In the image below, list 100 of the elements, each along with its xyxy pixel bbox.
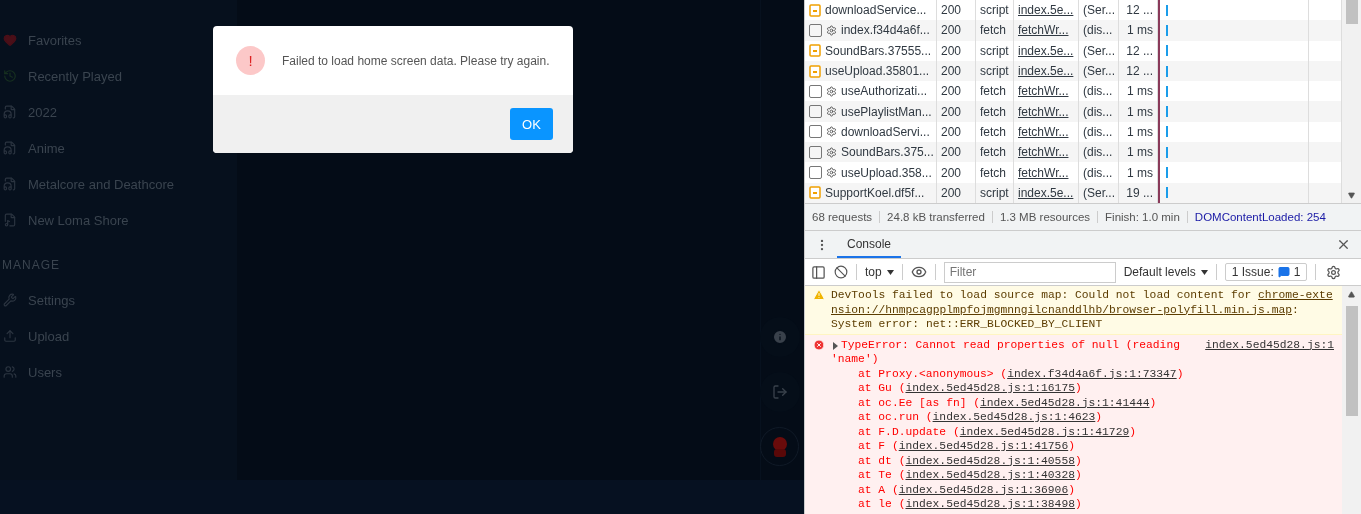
table-cell: index.f34d4a6f... [805,20,937,41]
scroll-up-icon[interactable] [1348,291,1355,298]
table-cell: SupportKoel.df5f... [805,182,937,203]
script-file-icon [809,3,821,17]
source-link[interactable]: index.5ed45d28.js:1:4623 [932,410,1096,425]
console-tab[interactable]: Console [837,231,902,258]
stack-frame-text: at oc.run ( [858,410,933,425]
stack-frame-text: ) [1074,381,1082,396]
warning-icon [813,289,825,301]
stack-frame-text: at F ( [858,439,899,454]
request-row[interactable]: index.f34d4a6f... 200 fetch fetchWr... (dis... 1 ms [805,20,1342,41]
source-link[interactable]: index.5ed45d28.js:1:38498 [905,497,1075,512]
filter-field[interactable]: Filter [943,261,1116,283]
table-cell: script [976,182,1014,203]
error-text: 'name') [831,352,879,367]
source-link[interactable]: index.5ed45d28.js:1 [1205,337,1334,352]
table-cell: fetchWr... [1014,162,1079,183]
file-checkbox-icon [809,166,822,179]
gear-icon [826,106,837,118]
table-cell: 200 [937,182,976,203]
stack-frame-text: at Gu ( [858,381,906,396]
upload-icon [3,329,17,343]
stack-frame-text: at Te ( [858,468,906,483]
error-text: TypeError: Cannot read properties of null (reading [841,337,1180,352]
source-link[interactable]: chrome-exte [1258,288,1333,303]
summary-text: 24.8 kB transferred [880,211,993,223]
error-icon: ! [236,46,265,75]
source-link[interactable]: index.5ed45d28.js:1:40328 [905,468,1075,483]
source-link[interactable]: nsion://hnmpcagpplmpfojmgmnngilcnanddlhb/browser-polyfill.min.js.map [831,302,1292,317]
stack-frame-text: ) [1129,424,1136,439]
gear-icon [826,24,837,36]
table-cell: (dis... [1079,20,1119,41]
alert-message: Failed to load home screen data. Please try again. [282,53,550,68]
stack-frame-text: at le ( [858,497,906,512]
source-link[interactable]: index.5ed45d28.js:1:40558 [905,453,1075,468]
summary-text: Finish: 1.0 min [1098,211,1188,223]
clear-icon[interactable] [834,265,848,279]
scrollbar-thumb[interactable] [1345,0,1358,24]
summary-text: DOMContentLoaded: 254 [1193,211,1326,223]
summary-text: 68 requests [805,211,881,223]
close-icon[interactable] [1336,237,1351,252]
table-cell: fetchWr... [1014,101,1079,122]
gear-icon [826,146,837,158]
stack-frame-text: ) [1074,468,1082,483]
history-icon [3,69,17,83]
table-cell: script [976,40,1014,61]
file-icon [3,177,17,191]
source-link[interactable]: index.5ed45d28.js:1:16175 [905,381,1075,396]
table-cell: usePlaylistMan... [805,101,937,122]
eye-icon[interactable] [910,264,927,280]
source-link[interactable]: index.5ed45d28.js:1:36906 [898,482,1069,497]
stack-frame-text: at Proxy.<anonymous> ( [858,366,1008,381]
context-dropdown[interactable]: top [865,265,894,279]
source-link[interactable]: index.f34d4a6f.js:1:73347 [1007,366,1177,381]
error-icon [813,338,825,351]
users-icon [3,365,17,379]
table-cell: index.5e... [1014,40,1079,61]
caret-icon [1200,269,1208,275]
sidebar-toggle-icon[interactable] [811,264,826,280]
stack-frame-text: at F.D.update ( [858,424,960,439]
stack-frame-text: at dt ( [858,453,906,468]
table-cell: fetch [976,101,1014,122]
source-link[interactable]: index.5ed45d28.js:1:41444 [980,395,1150,410]
table-cell: SoundBars.37555... [805,40,937,61]
file-checkbox-icon [809,125,822,139]
file-checkbox-icon [809,84,822,98]
stack-frame-text: ) [1149,395,1157,410]
request-row[interactable]: useUpload.35801... 200 script index.5e... (Ser... 12 ... [805,60,1342,82]
table-cell: (Ser... [1079,182,1119,203]
stack-frame-text: ) [1068,482,1075,497]
table-cell: fetch [976,20,1014,41]
issues-button[interactable]: 1 Issue: 1 [1224,263,1308,281]
source-link[interactable]: index.5ed45d28.js:1:41729 [959,424,1130,439]
file-icon [3,141,17,155]
scroll-down-icon[interactable] [1348,192,1355,199]
source-link[interactable]: index.5ed45d28.js:1:41756 [898,439,1069,454]
file-checkbox-icon [809,23,822,37]
script-file-icon [809,186,821,200]
gear-icon [826,126,837,138]
stack-frame-text: ) [1074,453,1082,468]
request-row[interactable]: usePlaylistMan... 200 fetch fetchWr... (dis... 1 ms [805,101,1342,122]
stack-frame-text: at A ( [858,482,899,497]
stack-frame-text: at oc.Ee [as fn] ( [858,395,981,410]
script-file-icon [809,64,821,78]
table-cell: useUpload.358... [805,162,937,183]
settings-icon[interactable] [1326,264,1342,280]
request-row[interactable]: SoundBars.375... 200 fetch fetchWr... (dis... 1 ms [805,142,1342,163]
warning-text: : [1292,302,1299,317]
file-icon [3,105,17,119]
gear-icon [826,167,837,178]
info-icon [771,329,788,345]
script-file-icon [809,44,821,58]
scrollbar-thumb[interactable] [1345,306,1358,416]
request-row[interactable]: SupportKoel.df5f... 200 script index.5e... (Ser... 19 ... [805,182,1342,203]
table-cell: fetch [976,162,1014,183]
table-cell: index.5e... [1014,182,1079,203]
table-cell: 200 [937,40,976,61]
gear-icon [826,85,837,97]
table-cell: (Ser... [1079,40,1119,61]
levels-dropdown[interactable]: Default levels [1123,265,1208,279]
